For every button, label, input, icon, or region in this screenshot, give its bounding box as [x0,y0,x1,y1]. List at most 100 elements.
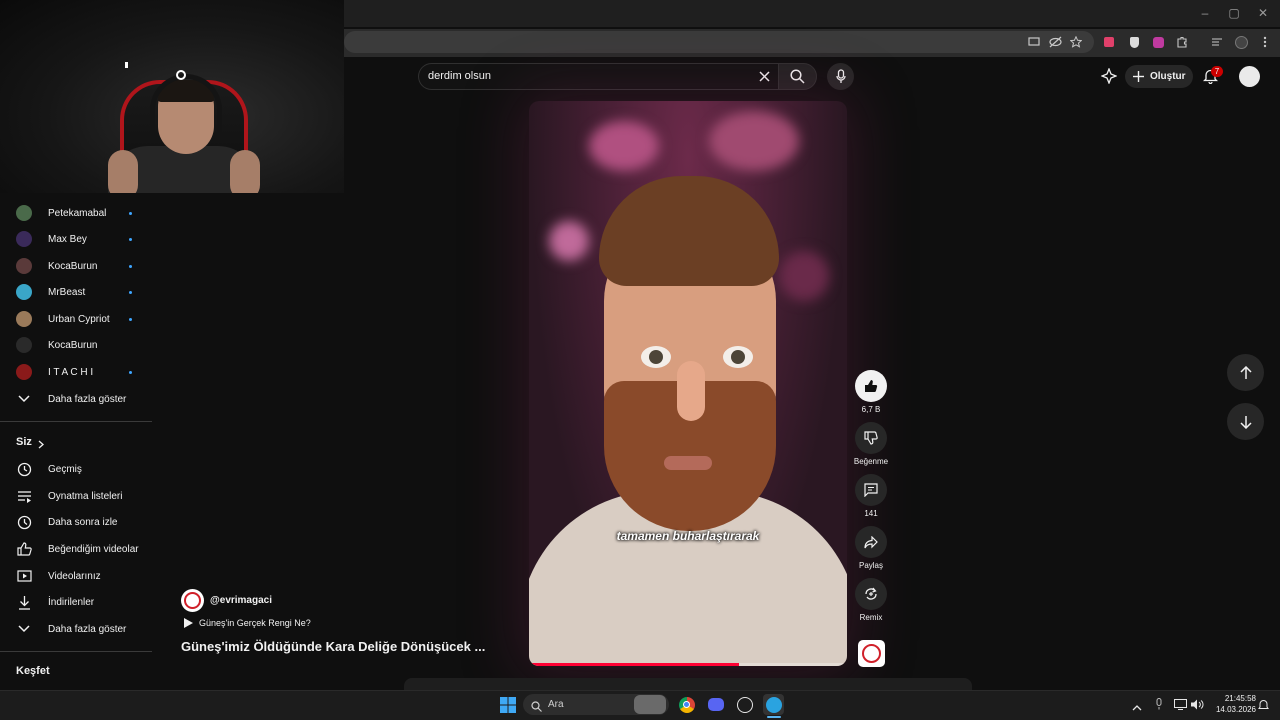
subscription-name: KocaBurun [48,260,98,272]
windows-start-icon[interactable] [497,694,518,715]
webcam-overlay [0,0,344,193]
you-section-title: Siz [16,436,32,448]
remix-label: Remix [859,613,883,622]
liked-icon [16,541,32,557]
watch-later-icon [16,514,32,530]
plus-icon [1133,71,1144,82]
sidebar-item-label: İndirilenler [48,596,95,608]
playlist-title: Güneş'in Gerçek Rengi Ne? [199,618,311,628]
new-content-dot [129,211,132,215]
channel-avatar [16,258,32,274]
account-avatar[interactable] [1239,66,1260,87]
channel-name[interactable]: @evrimagaci [210,595,272,606]
video-subject-mouth [664,456,712,470]
sidebar-subscription[interactable]: Max Bey [0,226,152,252]
install-app-icon[interactable] [1026,34,1042,50]
sidebar-subscription[interactable]: KocaBurun [0,253,152,279]
next-video-button[interactable] [1227,403,1264,440]
share-button[interactable] [855,526,887,558]
thumbs-down-icon [864,431,878,445]
previous-video-button[interactable] [1227,354,1264,391]
led-light [125,62,128,68]
network-icon[interactable] [1174,697,1187,715]
sidebar-item-playlists[interactable]: Oynatma listeleri [0,483,152,509]
channel-avatar [16,337,32,353]
discord-icon[interactable] [705,694,726,715]
sidebar-item-label: Oynatma listeleri [48,490,123,502]
bookmark-star-icon[interactable] [1068,34,1084,50]
volume-icon[interactable] [1191,697,1204,715]
maximize-icon[interactable]: ▢ [1227,6,1241,20]
clear-search-icon[interactable] [756,68,772,84]
history-icon [16,461,32,477]
shield-icon[interactable] [1126,34,1142,50]
sidebar-subscription[interactable]: MrBeast [0,279,152,305]
sidebar-item-label: Videolarınız [48,570,101,582]
chrome-icon[interactable] [676,694,697,715]
eye-off-icon[interactable] [1047,34,1063,50]
streamer-arm [230,150,260,193]
sidebar-item-downloads[interactable]: İndirilenler [0,589,152,615]
video-caption: tamamen buharlaştırarak [616,529,760,543]
video-progress-fill [529,663,739,666]
subscription-name: I T A C H I [48,366,94,378]
subscription-name: Max Bey [48,233,87,245]
clock-date: 14.03.2026 [1215,705,1256,714]
downloads-icon [16,594,32,610]
sidebar-item-liked-videos[interactable]: Beğendiğim videolar [0,536,152,562]
comments-button[interactable] [855,474,887,506]
extension-icon[interactable] [1101,34,1117,50]
voice-search-button[interactable] [827,63,854,90]
new-content-dot [129,290,132,294]
menu-dots-icon[interactable] [1257,34,1273,50]
search-button[interactable] [778,63,817,90]
puzzle-icon[interactable] [1174,34,1190,50]
active-app-indicator [767,716,781,718]
sidebar-item-your-videos[interactable]: Videolarınız [0,563,152,589]
you-section-header[interactable]: Siz [0,429,152,455]
chevron-right-icon [38,436,44,454]
sidebar-subscription[interactable]: KocaBurun [0,332,152,358]
like-button[interactable] [855,370,887,402]
new-content-dot [129,237,132,241]
media-control-icon[interactable] [1209,34,1225,50]
extension-icon[interactable] [1150,34,1166,50]
create-sparkle-icon[interactable] [1100,67,1118,89]
explore-section-title: Keşfet [16,665,50,677]
shorts-video-player[interactable]: tamamen buharlaştırarak [529,101,847,666]
minimize-icon[interactable]: – [1198,6,1212,20]
search-icon [531,699,542,717]
chevron-up-icon[interactable] [1132,698,1142,716]
comment-count: 141 [864,509,878,518]
obs-icon[interactable] [734,694,755,715]
remix-button[interactable] [855,578,887,610]
channel-thumbnail[interactable] [858,640,885,667]
sidebar-item-label: Beğendiğim videolar [48,543,139,555]
sidebar-subscription[interactable]: I T A C H I [0,359,152,385]
show-more-label: Daha fazla göster [48,623,127,635]
taskbar-clock[interactable]: 21:45:58 14.03.2026 [1208,693,1256,715]
sidebar-item-watch-later[interactable]: Daha sonra izle [0,509,152,535]
notification-badge: 7 [1211,66,1223,77]
video-title[interactable]: Güneş'imiz Öldüğünde Kara Deliğe Dönüşüc… [181,639,485,654]
dislike-button[interactable] [855,422,887,454]
show-more-button[interactable]: Daha fazla göster [0,386,152,412]
playlist-link[interactable]: Güneş'in Gerçek Rengi Ne? [184,618,311,628]
create-button[interactable]: Oluştur [1125,65,1193,88]
show-more-label: Daha fazla göster [48,393,127,405]
new-content-dot [129,317,132,321]
profile-avatar[interactable] [1233,34,1249,50]
channel-avatar[interactable] [181,589,204,612]
microphone-icon[interactable] [1155,697,1163,715]
sidebar-item-history[interactable]: Geçmiş [0,456,152,482]
notification-center-icon[interactable] [1258,698,1269,716]
show-more-button[interactable]: Daha fazla göster [0,616,152,642]
video-subject-hair [599,176,779,286]
sidebar-subscription[interactable]: Urban Cypriot [0,306,152,332]
sidebar-subscription[interactable]: Petekamabal [0,200,152,226]
bokeh-light [779,251,829,301]
subscription-name: Petekamabal [48,207,107,219]
telegram-icon[interactable] [763,694,784,715]
close-window-icon[interactable]: ✕ [1256,6,1270,20]
address-bar[interactable] [344,31,1094,53]
